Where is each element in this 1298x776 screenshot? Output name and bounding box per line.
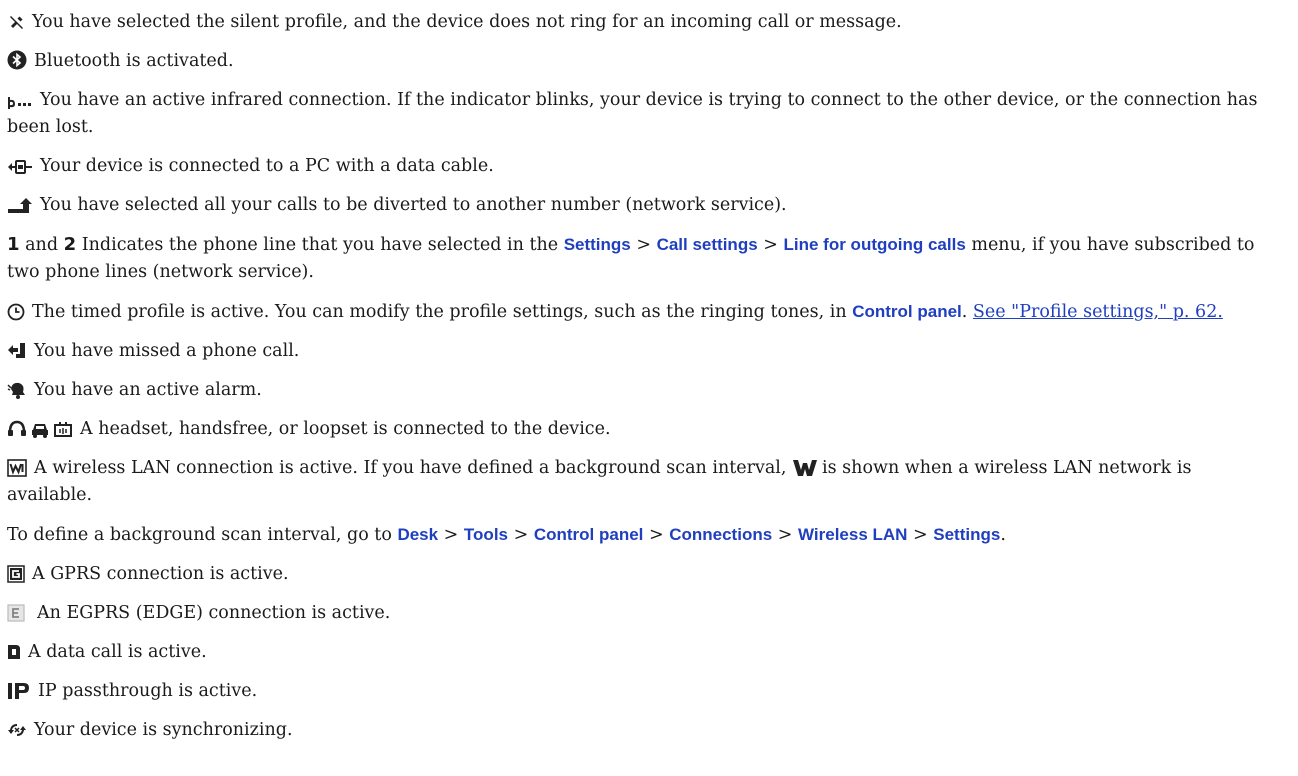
call-divert-icon — [7, 198, 33, 214]
infrared-item: You have an active infrared connection. … — [7, 87, 1271, 141]
period: . — [961, 302, 968, 322]
path-separator: > — [777, 525, 793, 545]
ip-passthrough-icon — [7, 682, 31, 700]
egprs-text: An EGPRS (EDGE) connection is active. — [37, 603, 391, 623]
headset-icon — [7, 420, 27, 438]
missed-call-text: You have missed a phone call. — [34, 341, 300, 361]
missed-call-icon — [7, 342, 27, 360]
gprs-item: A GPRS connection is active. — [7, 561, 1271, 588]
bluetooth-text: Bluetooth is activated. — [34, 51, 234, 71]
path-separator: > — [636, 235, 651, 255]
path-separator: > — [763, 235, 778, 255]
synchronizing-text: Your device is synchronizing. — [34, 720, 293, 740]
scan-text-before: To define a background scan interval, go… — [7, 525, 392, 545]
call-divert-item: You have selected all your calls to be d… — [7, 192, 1271, 219]
and-text: and — [25, 235, 59, 255]
loopset-icon — [53, 420, 73, 438]
wlan-item: A wireless LAN connection is active. If … — [7, 455, 1271, 509]
synchronizing-item: Your device is synchronizing. — [7, 717, 1271, 744]
wlan-text-before: A wireless LAN connection is active. If … — [34, 458, 787, 478]
phone-line-item: 1 and 2 Indicates the phone line that yo… — [7, 231, 1271, 286]
path-separator: > — [443, 525, 459, 545]
gprs-text: A GPRS connection is active. — [32, 564, 289, 584]
line-2-icon: 2 — [63, 234, 77, 255]
menu-tools: Tools — [463, 525, 508, 544]
profile-settings-link[interactable]: See "Profile settings," p. 62. — [973, 302, 1223, 322]
infrared-text: You have an active infrared connection. … — [7, 90, 1258, 137]
data-cable-icon — [7, 159, 33, 175]
phone-line-text-before: Indicates the phone line that you have s… — [81, 235, 559, 255]
menu-call-settings: Call settings — [656, 235, 758, 254]
missed-call-item: You have missed a phone call. — [7, 338, 1271, 365]
wlan-available-icon — [792, 459, 818, 477]
infrared-icon — [7, 95, 33, 109]
data-cable-text: Your device is connected to a PC with a … — [40, 156, 494, 176]
menu-control-panel: Control panel — [852, 302, 962, 321]
document-page: You have selected the silent profile, an… — [0, 0, 1281, 744]
menu-settings: Settings — [933, 525, 1001, 544]
period: . — [1000, 525, 1006, 545]
synchronizing-icon — [7, 721, 27, 739]
gprs-icon — [7, 565, 25, 583]
alarm-item: You have an active alarm. — [7, 377, 1271, 404]
timed-profile-item: The timed profile is active. You can mod… — [7, 298, 1271, 326]
wlan-active-icon — [7, 459, 27, 477]
headset-item: A headset, handsfree, or loopset is conn… — [7, 416, 1271, 443]
path-separator: > — [913, 525, 928, 545]
scan-interval-item: To define a background scan interval, go… — [7, 521, 1271, 549]
menu-line-outgoing: Line for outgoing calls — [783, 235, 966, 254]
data-call-text: A data call is active. — [28, 642, 207, 662]
menu-desk: Desk — [397, 525, 439, 544]
path-separator: > — [648, 525, 664, 545]
ip-passthrough-item: IP passthrough is active. — [7, 678, 1271, 705]
bluetooth-item: Bluetooth is activated. — [7, 48, 1271, 75]
alarm-icon — [7, 381, 27, 399]
silent-profile-icon — [7, 15, 25, 31]
data-cable-item: Your device is connected to a PC with a … — [7, 153, 1271, 180]
egprs-item: An EGPRS (EDGE) connection is active. — [7, 600, 1271, 627]
handsfree-icon — [30, 420, 50, 438]
menu-settings: Settings — [563, 235, 631, 254]
egprs-icon — [7, 604, 25, 622]
alarm-text: You have an active alarm. — [34, 380, 262, 400]
menu-wireless-lan: Wireless LAN — [798, 525, 908, 544]
silent-profile-text: You have selected the silent profile, an… — [32, 12, 902, 32]
bluetooth-icon — [7, 50, 27, 70]
call-divert-text: You have selected all your calls to be d… — [40, 195, 787, 215]
line-1-icon: 1 — [7, 234, 20, 255]
data-call-icon — [7, 643, 21, 661]
path-separator: > — [513, 525, 529, 545]
headset-text: A headset, handsfree, or loopset is conn… — [80, 419, 611, 439]
timed-profile-icon — [7, 303, 25, 321]
menu-control-panel: Control panel — [533, 525, 644, 544]
ip-passthrough-text: IP passthrough is active. — [38, 681, 258, 701]
data-call-item: A data call is active. — [7, 639, 1271, 666]
silent-profile-item: You have selected the silent profile, an… — [7, 9, 1271, 36]
menu-connections: Connections — [669, 525, 773, 544]
timed-profile-text-before: The timed profile is active. You can mod… — [32, 302, 847, 322]
